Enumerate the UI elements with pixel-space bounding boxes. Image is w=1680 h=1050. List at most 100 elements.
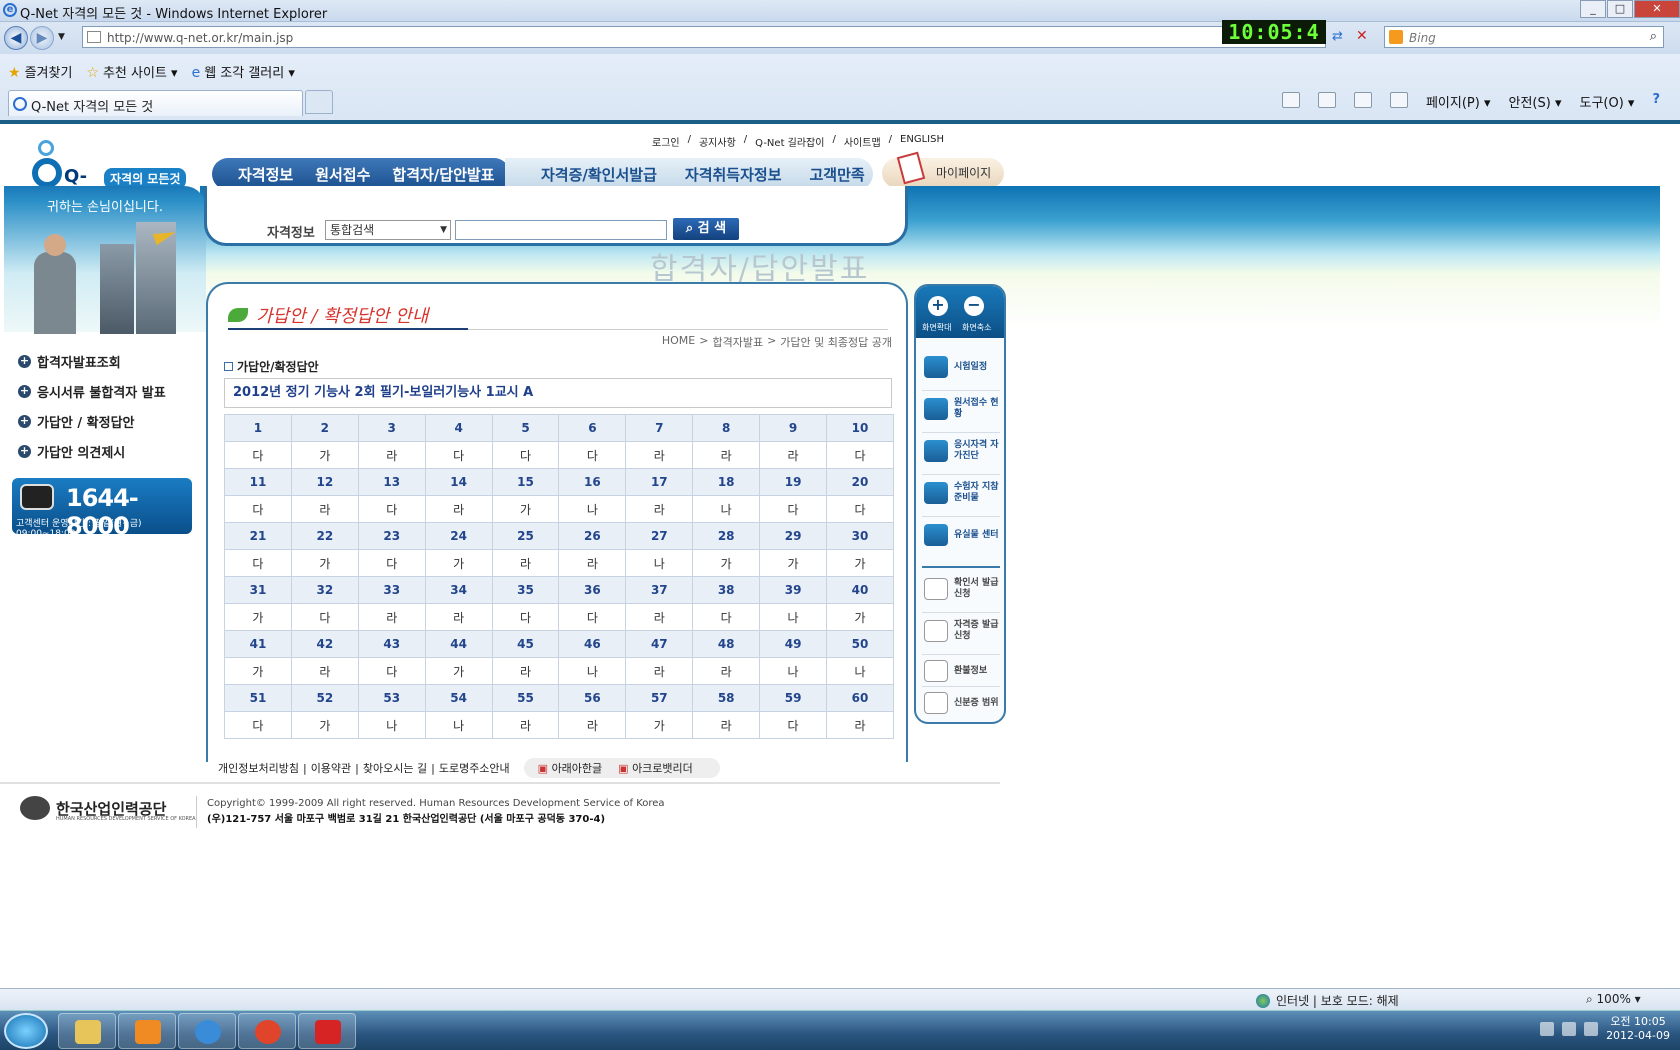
question-number: 9: [759, 414, 828, 442]
zoom-level[interactable]: ⌕ 100% ▾: [1586, 992, 1641, 1007]
answer-cell: 라: [424, 603, 493, 631]
help-icon[interactable]: ?: [1652, 92, 1660, 111]
nav-qualification-info[interactable]: 자격정보: [238, 164, 293, 185]
mypage-button[interactable]: 마이페이지: [882, 151, 1004, 188]
volume-icon[interactable]: [1584, 1022, 1599, 1036]
answer-cell: 가: [759, 549, 828, 577]
directions-link[interactable]: 찾아오시는 길: [363, 760, 427, 776]
question-number: 40: [826, 576, 894, 604]
safety-menu[interactable]: 안전(S) ▾: [1509, 92, 1562, 111]
search-input[interactable]: [455, 220, 667, 240]
answer-cell: 나: [558, 657, 627, 685]
page-icon: [87, 31, 101, 43]
search-scope-select[interactable]: 통합검색 ▼: [325, 220, 451, 240]
notice-link[interactable]: 공지사항: [699, 134, 736, 149]
back-button[interactable]: ◀: [4, 26, 28, 50]
media-player-icon: [135, 1020, 161, 1044]
new-tab-button[interactable]: [305, 90, 333, 114]
quick-cert-issue[interactable]: 자격증 발급신청: [924, 620, 1000, 642]
print-icon[interactable]: [1389, 92, 1408, 108]
search-button[interactable]: ⌕ 검 색: [673, 218, 739, 240]
taskbar-clock[interactable]: 오전 10:05 2012-04-09: [1606, 1015, 1670, 1043]
hwp-icon: ▣: [537, 762, 552, 775]
url-text: http://www.q-net.or.kr/main.jsp: [107, 31, 294, 45]
stop-icon[interactable]: ✕: [1356, 28, 1368, 44]
nav-application[interactable]: 원서접수: [315, 164, 370, 185]
history-dropdown-icon[interactable]: ▼: [58, 32, 65, 42]
nav-results[interactable]: 합격자/답안발표: [392, 164, 494, 185]
maximize-button[interactable]: □: [1607, 0, 1633, 18]
qnet-logo[interactable]: Q-Net: [28, 136, 100, 208]
taskbar-explorer[interactable]: [58, 1013, 116, 1049]
answer-cell: 라: [424, 495, 493, 523]
zoom-out-icon[interactable]: −: [964, 296, 984, 316]
address-field[interactable]: http://www.q-net.or.kr/main.jsp: [82, 26, 1326, 48]
address-bar-row: ◀ ▶ ▼ http://www.q-net.or.kr/main.jsp ⇄ …: [0, 22, 1680, 54]
home-icon[interactable]: [1281, 92, 1300, 108]
favorites-button[interactable]: ★ 즐겨찾기: [8, 62, 72, 81]
road-address-link[interactable]: 도로명주소안내: [439, 760, 510, 776]
nav-customer[interactable]: 고객만족: [810, 164, 865, 185]
sitemap-link[interactable]: 사이트맵: [844, 134, 881, 149]
answer-cell: 라: [357, 603, 426, 631]
web-slice-gallery-button[interactable]: e웹 조각 갤러리 ▾: [192, 62, 295, 81]
ime-icon[interactable]: [1540, 1022, 1555, 1036]
tab-qnet[interactable]: Q-Net 자격의 모든 것: [8, 90, 303, 116]
suggested-sites-button[interactable]: ☆ 추천 사이트 ▾: [86, 62, 177, 81]
web-page: Q-Net 자격의 모든것 로그인 / 공지사항 / Q-Net 길라잡이 / …: [0, 120, 1680, 988]
tools-menu[interactable]: 도구(O) ▾: [1579, 92, 1634, 111]
zoom-controls: + − 화면확대 화면축소: [916, 286, 1004, 338]
taskbar-internet-explorer[interactable]: [178, 1013, 236, 1049]
search-placeholder: Bing: [1409, 31, 1436, 45]
breadcrumb-results[interactable]: 합격자발표: [712, 334, 763, 350]
taskbar-app-5[interactable]: [298, 1013, 356, 1049]
search-icon[interactable]: ⌕: [1650, 29, 1657, 44]
window-title-bar: e Q-Net 자격의 모든 것 - Windows Internet Expl…: [0, 0, 1680, 22]
start-button[interactable]: [4, 1013, 48, 1049]
login-link[interactable]: 로그인: [652, 134, 680, 149]
breadcrumb-home[interactable]: HOME: [662, 334, 695, 350]
bing-icon: [1389, 30, 1403, 44]
quick-self-check[interactable]: 응시자격 자가진단: [924, 440, 1000, 462]
menu-answers[interactable]: + 가답안 / 확정답안: [18, 406, 206, 436]
refresh-icon[interactable]: ⇄: [1332, 29, 1343, 44]
english-link[interactable]: ENGLISH: [900, 134, 944, 149]
answer-cell: 라: [692, 657, 761, 685]
menu-results-lookup[interactable]: + 합격자발표조회: [18, 346, 206, 376]
acrobat-download-link[interactable]: ▣ 아크로뱃리더: [618, 760, 693, 776]
security-zone[interactable]: 인터넷 | 보호 모드: 해제: [1256, 992, 1399, 1009]
nav-certificate[interactable]: 자격증/확인서발급: [541, 164, 657, 185]
question-number: 32: [290, 576, 359, 604]
hwp-download-link[interactable]: ▣ 아래아한글: [538, 760, 603, 776]
nav-holder-info[interactable]: 자격취득자정보: [685, 164, 782, 185]
zoom-in-icon[interactable]: +: [928, 296, 948, 316]
guide-link[interactable]: Q-Net 길라잡이: [755, 134, 824, 149]
answer-row: 다라다라가나라나다다: [224, 495, 894, 523]
taskbar-media-player[interactable]: [118, 1013, 176, 1049]
menu-document-fail[interactable]: + 응시서류 불합격자 발표: [18, 376, 206, 406]
feeds-icon[interactable]: [1317, 92, 1336, 108]
forward-button[interactable]: ▶: [30, 26, 54, 50]
question-number: 27: [625, 522, 694, 550]
bag-icon: [924, 482, 948, 504]
search-box[interactable]: Bing ⌕: [1384, 26, 1664, 48]
taskbar-app-4[interactable]: [238, 1013, 296, 1049]
network-icon[interactable]: [1562, 1022, 1577, 1036]
menu-answer-opinion[interactable]: + 가답안 의견제시: [18, 436, 206, 466]
terms-link[interactable]: 이용약관: [311, 760, 351, 776]
quick-refund[interactable]: 환불정보: [924, 660, 1000, 682]
close-button[interactable]: ✕: [1634, 0, 1680, 18]
minimize-button[interactable]: _: [1580, 0, 1606, 18]
quick-supplies[interactable]: 수험자 지참준비물: [924, 482, 1000, 504]
answer-cell: 라: [625, 657, 694, 685]
mail-icon[interactable]: [1353, 92, 1372, 108]
quick-exam-schedule[interactable]: 시험일정: [924, 356, 1000, 378]
quick-application-status[interactable]: 원서접수 현황: [924, 398, 1000, 420]
quick-confirm-issue[interactable]: 확인서 발급신청: [924, 578, 1000, 600]
page-menu[interactable]: 페이지(P) ▾: [1426, 92, 1491, 111]
answer-table: 1 2 3 4 5 6 7 8 9 10 다 가 라 다 다 다 라 라 라 다 11 12 13 14 15 16 17 18 19 2…: [224, 414, 894, 739]
quick-id-scope[interactable]: 신분증 범위: [924, 692, 1000, 714]
quick-lost-found[interactable]: 유실물 센터: [924, 524, 1000, 546]
privacy-link[interactable]: 개인정보처리방침: [218, 760, 299, 776]
question-number: 38: [692, 576, 761, 604]
